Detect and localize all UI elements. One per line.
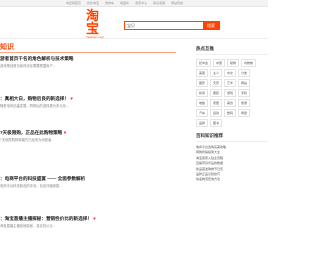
tag-item[interactable]: 服装 <box>210 89 223 97</box>
top-nav-item[interactable]: 购物车 <box>105 0 114 6</box>
sidebar: 热点互推 纪中会 中国 模物 内物物 美国 主义 中文 分类 图形 天安 艺术 … <box>196 40 268 183</box>
section-divider <box>0 52 176 53</box>
tag-item[interactable]: 手机 <box>238 89 251 97</box>
article-title[interactable]: ：淘宝直播主播探秘：营销性价比的新选择！ ♥ <box>0 216 178 222</box>
article-summary: 电商平台科技新品的评测，包含详细参数... <box>0 184 63 188</box>
article-title[interactable]: ：真相大白，购物后良的新选择！ ♥ <box>0 96 178 102</box>
top-nav-item[interactable]: 我的淘宝 <box>87 0 99 6</box>
article-title[interactable]: ：电商平台的科技盛宴 —— 全面参数解析 <box>0 176 178 182</box>
tag-item[interactable]: 图书 <box>210 119 223 127</box>
tag-item[interactable]: 内物物 <box>241 59 257 67</box>
article-item[interactable]: 游者首页千名的角色解析与技术策略 游戏策划首页素材优化需要根据用户... <box>0 56 178 69</box>
logo-text: 淘宝 <box>86 8 100 36</box>
top-nav: 淘宝网首页 我的淘宝 购物车 收藏夹 卖家中心 联系客服 网站导航 <box>66 0 183 6</box>
tag-item[interactable]: 分类 <box>238 69 251 77</box>
top-nav-item[interactable]: 卖家中心 <box>135 0 147 6</box>
section-title: 知识 <box>0 44 14 51</box>
article-summary: 7天极限购物新模式已经成为消费者... <box>0 138 55 142</box>
tag-item[interactable]: 美食 <box>224 99 237 107</box>
tag-item[interactable]: 家居 <box>210 99 223 107</box>
heart-icon: ♥ <box>93 216 96 221</box>
tag-item[interactable]: 电脑 <box>196 99 209 107</box>
tag-item[interactable]: 汽车 <box>196 109 209 117</box>
article-title[interactable]: 7天极限购，正品在此购物策略 ♥ <box>0 130 178 136</box>
top-nav-item[interactable]: 网站导航 <box>171 0 183 6</box>
article-summary: 游戏策划首页素材优化需要根据用户... <box>0 64 56 68</box>
article-summary: 随着电商迅猛发展，购物后的选择更为多元化... <box>0 104 69 108</box>
heart-icon: ♥ <box>63 130 67 135</box>
tag-item[interactable]: 美国 <box>196 69 209 77</box>
tag-item[interactable]: 新闻 <box>196 89 209 97</box>
tag-item[interactable]: 母婴 <box>238 109 251 117</box>
tag-item[interactable]: 主义 <box>210 69 223 77</box>
recommend-item[interactable]: 快递物流查询方法 <box>196 177 266 182</box>
article-item[interactable]: ：电商平台的科技盛宴 —— 全面参数解析 电商平台科技新品的评测，包含详细参数.… <box>0 176 178 189</box>
hot-title: 热点互推 <box>196 46 268 55</box>
article-summary: 淘宝直播主播营销探秘，真实性价比... <box>0 224 56 228</box>
tag-item[interactable]: 游戏 <box>224 89 237 97</box>
top-nav-item[interactable]: 淘宝网首页 <box>66 0 81 6</box>
search-box: 搜索 <box>124 21 220 30</box>
tag-item[interactable]: 图形 <box>196 79 209 87</box>
tag-item[interactable]: 天安 <box>210 79 223 87</box>
recommend-title: 百科知识推荐 <box>196 133 268 142</box>
tag-item[interactable]: 中文 <box>224 69 237 77</box>
tag-item[interactable]: 网站 <box>238 79 251 87</box>
search-input[interactable] <box>127 22 203 29</box>
search-button[interactable]: 搜索 <box>203 22 219 29</box>
article-item[interactable]: 7天极限购，正品在此购物策略 ♥ 7天极限购物新模式已经成为消费者... <box>0 130 178 143</box>
article-item[interactable]: ：淘宝直播主播探秘：营销性价比的新选择！ ♥ 淘宝直播主播营销探秘，真实性价比.… <box>0 216 178 229</box>
tag-item[interactable]: 艺术 <box>224 79 237 87</box>
article-title[interactable]: 游者首页千名的角色解析与技术策略 <box>0 56 178 62</box>
tag-item[interactable]: 数码 <box>224 109 237 117</box>
tag-item[interactable]: 纪中会 <box>196 59 212 67</box>
recommend-list: 电商平台选购完美攻略 网购防骗指南大全 淘宝卖家入驻全流程 直播带货背后的数据 … <box>196 145 268 183</box>
site-logo[interactable]: 淘宝 Taobao.com <box>86 9 110 39</box>
tag-item[interactable]: 运动 <box>210 109 223 117</box>
article-item[interactable]: ：真相大白，购物后良的新选择！ ♥ 随着电商迅猛发展，购物后的选择更为多元化..… <box>0 96 178 109</box>
header-divider <box>0 38 268 39</box>
top-nav-item[interactable]: 收藏夹 <box>120 0 129 6</box>
tag-item[interactable]: 模物 <box>227 59 240 67</box>
tag-item[interactable]: 品牌 <box>196 119 209 127</box>
tag-cloud: 纪中会 中国 模物 内物物 美国 主义 中文 分类 图形 天安 艺术 网站 新闻… <box>196 59 260 127</box>
heart-icon: ♥ <box>70 96 73 101</box>
top-nav-item[interactable]: 联系客服 <box>153 0 165 6</box>
tag-item[interactable]: 旅游 <box>238 99 251 107</box>
tag-item[interactable]: 中国 <box>213 59 226 67</box>
